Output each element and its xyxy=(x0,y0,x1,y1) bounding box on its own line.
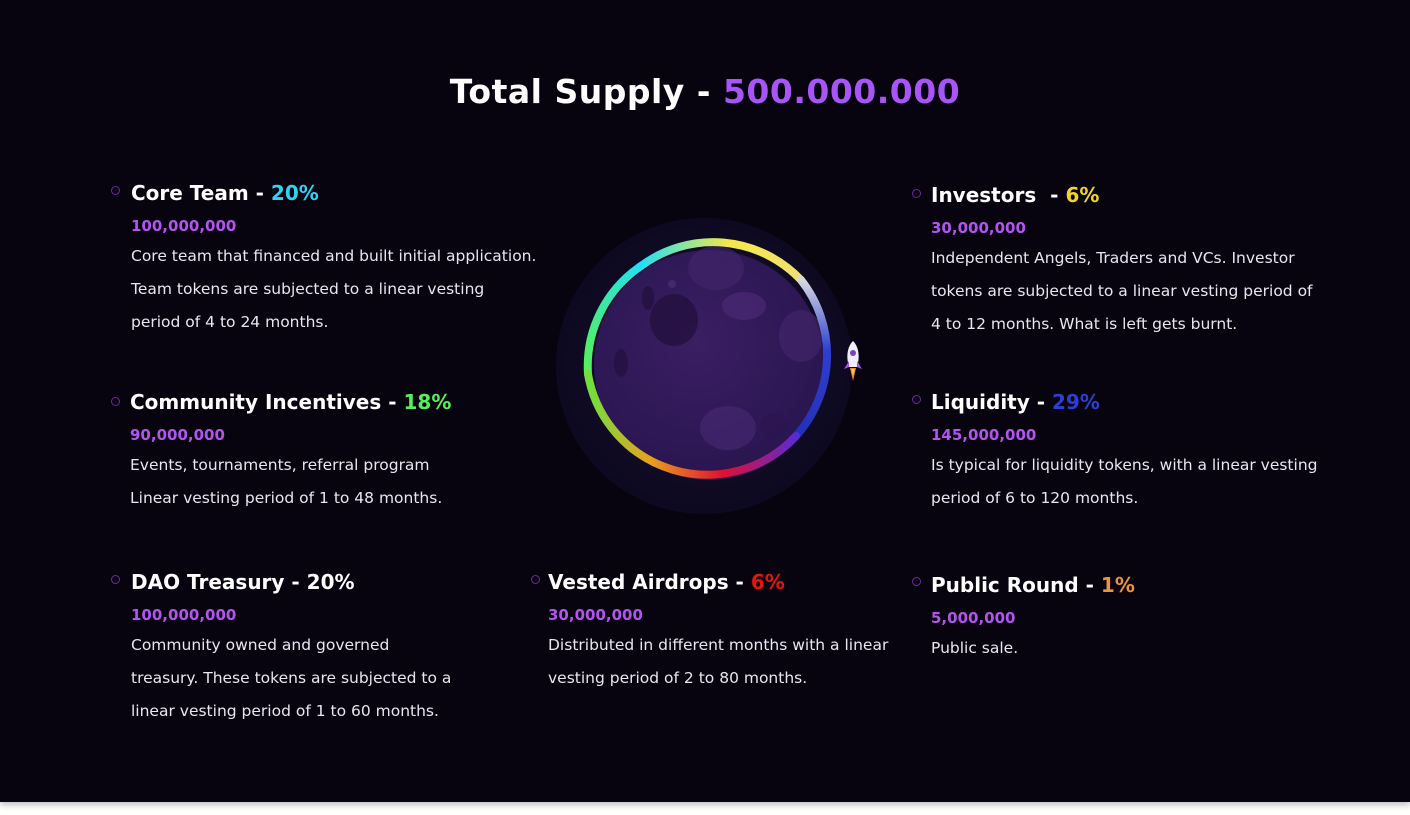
title-label: Total Supply - xyxy=(449,72,723,111)
circle-bullet-icon xyxy=(531,575,540,584)
description-line: Community owned and governed xyxy=(131,636,390,654)
allocation-amount: 30,000,000 xyxy=(931,219,1026,237)
crater xyxy=(779,310,823,362)
circle-bullet-icon xyxy=(111,186,120,195)
description-line: Independent Angels, Traders and VCs. Inv… xyxy=(931,249,1295,267)
allocation-label: Investors - xyxy=(931,183,1066,207)
description-line: 4 to 12 months. What is left gets burnt. xyxy=(931,315,1238,333)
allocation-heading: Core Team - 20% xyxy=(131,181,319,205)
allocation-amount: 5,000,000 xyxy=(931,609,1016,627)
allocation-description: Core team that financed and built initia… xyxy=(131,240,536,339)
allocation-amount: 100,000,000 xyxy=(131,606,237,624)
planet-illustration xyxy=(556,218,866,518)
description-line: Core team that financed and built initia… xyxy=(131,247,537,265)
crater xyxy=(650,294,698,346)
allocation-percent: 20% xyxy=(270,181,319,205)
total-supply-value: 500.000.000 xyxy=(722,72,961,111)
circle-bullet-icon xyxy=(111,397,120,406)
allocation-percent: 29% xyxy=(1052,390,1100,414)
allocation-percent: 18% xyxy=(403,390,452,414)
allocation-label: Liquidity - xyxy=(931,390,1053,414)
circle-bullet-icon xyxy=(912,395,921,404)
tokenomics-section: Total Supply - 500.000.000 Core Team - 2… xyxy=(0,0,1410,802)
allocation-description: Is typical for liquidity tokens, with a … xyxy=(931,449,1317,515)
crater xyxy=(760,413,788,437)
crater xyxy=(642,286,654,310)
description-line: period of 4 to 24 months. xyxy=(131,313,329,331)
allocation-amount: 90,000,000 xyxy=(130,426,225,444)
crater xyxy=(722,292,766,320)
description-line: tokens are subjected to a linear vesting… xyxy=(931,282,1313,300)
description-line: Linear vesting period of 1 to 48 months. xyxy=(130,489,443,507)
crater xyxy=(700,406,756,450)
allocation-heading: Public Round - 1% xyxy=(931,573,1135,597)
page-title: Total Supply - 500.000.000 xyxy=(0,72,1410,111)
description-line: Public sale. xyxy=(931,639,1019,657)
allocation-label: Vested Airdrops - xyxy=(548,570,751,594)
allocation-description: Events, tournaments, referral program Li… xyxy=(130,449,442,515)
allocation-heading: Liquidity - 29% xyxy=(931,390,1100,414)
allocation-percent: 6% xyxy=(750,570,785,594)
allocation-percent: 6% xyxy=(1065,183,1100,207)
allocation-label: Core Team - xyxy=(131,181,271,205)
allocation-amount: 100,000,000 xyxy=(131,217,237,235)
allocation-percent: 1% xyxy=(1100,573,1135,597)
allocation-description: Public sale. xyxy=(931,632,1018,665)
description-line: Is typical for liquidity tokens, with a … xyxy=(931,456,1318,474)
allocation-label: Community Incentives - xyxy=(130,390,404,414)
circle-bullet-icon xyxy=(111,575,120,584)
crater xyxy=(688,246,744,290)
crater xyxy=(614,349,628,377)
description-line: vesting period of 2 to 80 months. xyxy=(548,669,808,687)
description-line: treasury. These tokens are subjected to … xyxy=(131,669,452,687)
allocation-description: Community owned and governed treasury. T… xyxy=(131,629,451,728)
planet-icon xyxy=(556,218,862,514)
circle-bullet-icon xyxy=(912,577,921,586)
description-line: period of 6 to 120 months. xyxy=(931,489,1139,507)
allocation-label: Public Round - xyxy=(931,573,1101,597)
allocation-heading: Investors - 6% xyxy=(931,183,1099,207)
allocation-description: Distributed in different months with a l… xyxy=(548,629,888,695)
allocation-heading: Vested Airdrops - 6% xyxy=(548,570,785,594)
allocation-amount: 30,000,000 xyxy=(548,606,643,624)
allocation-amount: 145,000,000 xyxy=(931,426,1037,444)
allocation-heading: DAO Treasury - 20% xyxy=(131,570,355,594)
crater xyxy=(668,280,676,288)
description-line: Team tokens are subjected to a linear ve… xyxy=(131,280,485,298)
description-line: Distributed in different months with a l… xyxy=(548,636,889,654)
circle-bullet-icon xyxy=(912,189,921,198)
allocation-description: Independent Angels, Traders and VCs. Inv… xyxy=(931,242,1313,341)
allocation-heading: Community Incentives - 18% xyxy=(130,390,451,414)
description-line: Events, tournaments, referral program xyxy=(130,456,430,474)
description-line: linear vesting period of 1 to 60 months. xyxy=(131,702,439,720)
